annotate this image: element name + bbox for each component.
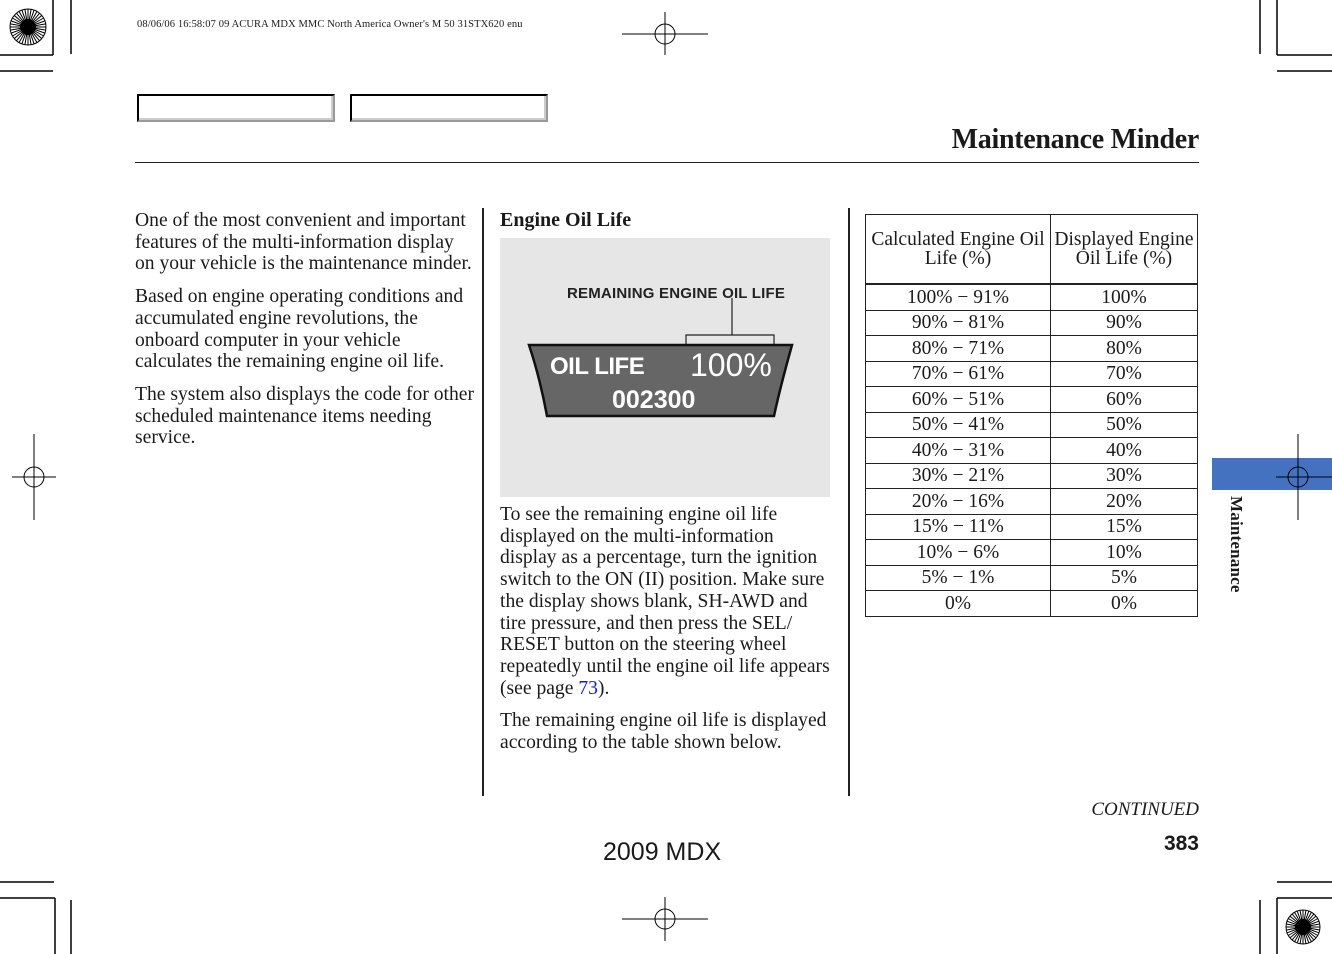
displayed-oil-life-cell: 70% (1050, 360, 1198, 387)
intro-paragraph: The system also displays the code for ot… (135, 383, 474, 449)
crosshair-mark-icon (622, 12, 708, 55)
display-odometer: 002300 (612, 386, 695, 414)
footer-model: 2009 MDX (603, 838, 722, 866)
continued-label: CONTINUED (1091, 799, 1199, 820)
displayed-oil-life-cell: 90% (1050, 309, 1198, 336)
displayed-oil-life-cell: 80% (1050, 335, 1198, 362)
displayed-oil-life-cell: 10% (1050, 539, 1198, 566)
table-row: 20% − 16% 20% (865, 488, 1198, 515)
table-row: 80% − 71% 80% (865, 335, 1198, 362)
crosshair-mark-icon (1276, 434, 1332, 520)
display-oil-life-label: OIL LIFE (550, 353, 645, 380)
calculated-oil-life-cell: 90% − 81% (865, 309, 1051, 336)
engine-oil-life-column: Engine Oil Life REMAINING ENGINE OIL LIF… (500, 208, 832, 765)
displayed-oil-life-cell: 50% (1050, 411, 1198, 438)
intro-paragraph: Based on engine operating conditions and… (135, 286, 464, 373)
displayed-oil-life-cell: 0% (1050, 590, 1198, 617)
displayed-oil-life-cell: 15% (1050, 513, 1198, 540)
table-row: 60% − 51% 60% (865, 386, 1198, 413)
displayed-oil-life-cell: 40% (1050, 437, 1198, 464)
calculated-oil-life-cell: 60% − 51% (865, 386, 1051, 413)
page-number: 383 (1163, 832, 1199, 855)
calculated-oil-life-cell: 5% − 1% (865, 564, 1051, 591)
oil-life-display-figure: REMAINING ENGINE OIL LIFE OIL LIFE 100% … (500, 238, 830, 497)
instructions-paragraph: To see the remaining engine oil life dis… (500, 504, 830, 699)
calculated-oil-life-cell: 0% (865, 590, 1051, 617)
calculated-oil-life-cell: 50% − 41% (865, 411, 1051, 438)
page-title: Maintenance Minder (951, 124, 1200, 155)
table-row: 0% 0% (865, 590, 1198, 617)
crosshair-mark-icon (12, 434, 56, 520)
displayed-oil-life-cell: 5% (1050, 564, 1198, 591)
table-intro-paragraph: The remaining engine oil life is display… (500, 710, 827, 754)
oil-life-table: Calculated Engine Oil Life (%) Displayed… (865, 214, 1198, 617)
table-row: 15% − 11% 15% (865, 513, 1198, 540)
calculated-oil-life-cell: 40% − 31% (865, 437, 1051, 464)
calculated-oil-life-cell: 10% − 6% (865, 539, 1051, 566)
table-row: 100% − 91% 100% (865, 283, 1198, 311)
displayed-oil-life-cell: 100% (1050, 283, 1198, 311)
calculated-oil-life-cell: 30% − 21% (865, 462, 1051, 489)
table-row: 50% − 41% 50% (865, 411, 1198, 438)
table-row: 30% − 21% 30% (865, 462, 1198, 489)
table-header-calculated: Calculated Engine Oil Life (%) (865, 214, 1051, 285)
table-row: 5% − 1% 5% (865, 564, 1198, 591)
column-divider (848, 208, 850, 796)
column-divider (482, 208, 484, 796)
crosshair-mark-icon (622, 897, 708, 941)
intro-column: One of the most convenient and important… (135, 210, 475, 460)
section-heading: Engine Oil Life (500, 209, 632, 231)
table-header-displayed: Displayed Engine Oil Life (%) (1050, 214, 1198, 285)
page-reference-link[interactable]: 73 (578, 678, 598, 699)
calculated-oil-life-cell: 70% − 61% (865, 360, 1051, 387)
table-row: 90% − 81% 90% (865, 309, 1198, 336)
display-percent: 100% (690, 347, 772, 383)
displayed-oil-life-cell: 60% (1050, 386, 1198, 413)
table-row: 70% − 61% 70% (865, 360, 1198, 387)
sunburst-mark-icon (1285, 909, 1321, 945)
calculated-oil-life-cell: 80% − 71% (865, 335, 1051, 362)
calculated-oil-life-cell: 15% − 11% (865, 513, 1051, 540)
title-divider (135, 162, 1199, 163)
table-row: 40% − 31% 40% (865, 437, 1198, 464)
header-tab-box-2 (350, 94, 548, 122)
section-side-label: Maintenance (1227, 496, 1246, 593)
print-metadata: 08/06/06 16:58:07 09 ACURA MDX MMC North… (137, 19, 523, 30)
sunburst-mark-icon (9, 8, 47, 46)
header-tab-box-1 (137, 94, 335, 122)
oil-life-table-container: Calculated Engine Oil Life (%) Displayed… (865, 214, 1198, 617)
calculated-oil-life-cell: 100% − 91% (865, 283, 1051, 311)
table-row: 10% − 6% 10% (865, 539, 1198, 566)
displayed-oil-life-cell: 20% (1050, 488, 1198, 515)
displayed-oil-life-cell: 30% (1050, 462, 1198, 489)
display-illustration: OIL LIFE 100% 002300 (527, 298, 794, 418)
calculated-oil-life-cell: 20% − 16% (865, 488, 1051, 515)
intro-paragraph: One of the most convenient and important… (135, 210, 472, 275)
